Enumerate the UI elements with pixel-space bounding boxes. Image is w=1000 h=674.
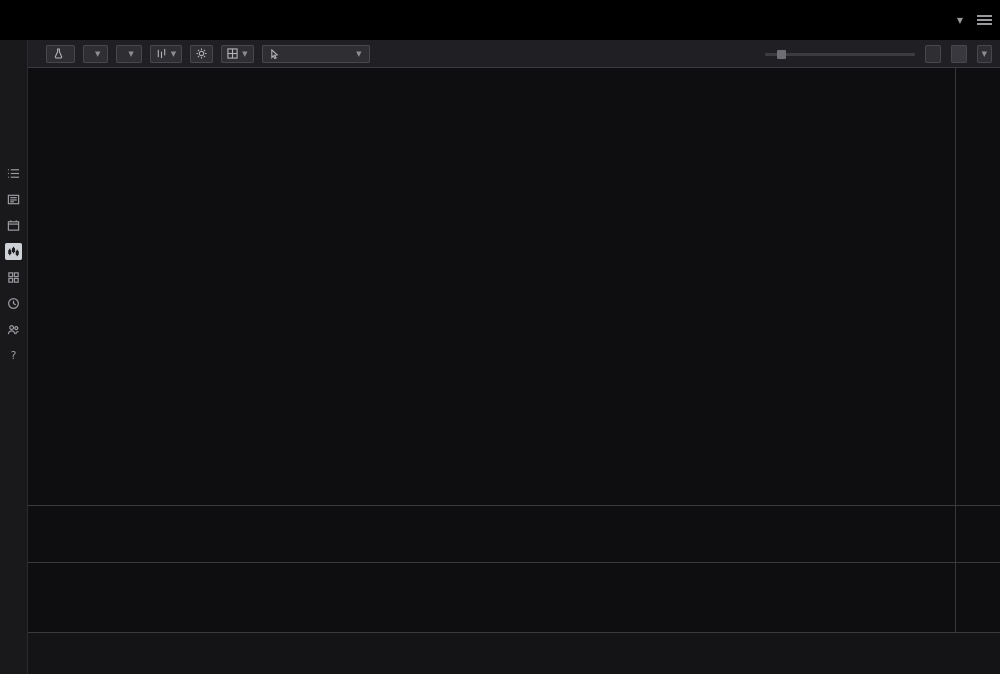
drawing-tool-dropdown[interactable]: ▼ <box>262 45 370 63</box>
chart-area <box>28 68 1000 674</box>
chart-toolbar: ▼ ▼ ▼ ▼ ▼ <box>28 40 1000 68</box>
range-dropdown[interactable]: ▼ <box>116 45 141 63</box>
cursor-icon <box>270 49 279 59</box>
trading-platform-window: ▼ <box>0 0 1000 674</box>
community-icon[interactable] <box>5 321 22 338</box>
macd-panel <box>28 562 1000 632</box>
chart-settings-button[interactable] <box>190 45 213 63</box>
layout-dropdown[interactable]: ▼ <box>221 45 253 63</box>
panel-menu-button[interactable]: ▼ <box>977 45 992 63</box>
save-button[interactable] <box>925 45 941 63</box>
macd-axis <box>955 563 1000 632</box>
slider-track[interactable] <box>765 53 915 56</box>
price-panel <box>28 68 1000 505</box>
chevron-down-icon: ▼ <box>128 50 133 58</box>
chevron-down-icon: ▼ <box>95 50 100 58</box>
chart-zoom-slider[interactable] <box>765 48 915 60</box>
chevron-down-icon: ▼ <box>356 50 361 58</box>
bar-chart-icon <box>156 48 167 59</box>
hamburger-menu-icon[interactable] <box>977 13 992 27</box>
gear-icon <box>196 48 207 59</box>
chevron-down-icon: ▼ <box>957 16 963 25</box>
news-icon[interactable] <box>5 191 22 208</box>
chart-type-dropdown[interactable]: ▼ <box>150 45 182 63</box>
calendar-icon[interactable] <box>5 217 22 234</box>
chevron-down-icon: ▼ <box>171 50 176 58</box>
timeframe-dropdown[interactable]: ▼ <box>83 45 108 63</box>
accounts-menu[interactable]: ▼ <box>953 16 963 25</box>
indicators-button[interactable] <box>46 45 75 63</box>
apps-grid-icon[interactable] <box>5 269 22 286</box>
macd-canvas[interactable] <box>28 563 328 674</box>
chevron-down-icon: ▼ <box>242 50 247 58</box>
flask-icon <box>54 48 63 59</box>
history-clock-icon[interactable] <box>5 295 22 312</box>
slider-handle[interactable] <box>777 50 786 59</box>
left-sidebar: ? <box>0 40 28 674</box>
main-chart-canvas[interactable] <box>28 68 328 218</box>
top-quote-bar: ▼ <box>0 0 1000 40</box>
load-button[interactable] <box>951 45 967 63</box>
stochastic-panel <box>28 505 1000 562</box>
charts-icon[interactable] <box>5 243 22 260</box>
watchlist-icon[interactable] <box>5 165 22 182</box>
chevron-down-icon: ▼ <box>982 50 987 58</box>
stochastic-axis <box>955 506 1000 562</box>
price-axis <box>955 68 1000 505</box>
date-axis <box>28 632 1000 656</box>
help-icon[interactable]: ? <box>5 347 22 364</box>
layout-grid-icon <box>227 48 238 59</box>
